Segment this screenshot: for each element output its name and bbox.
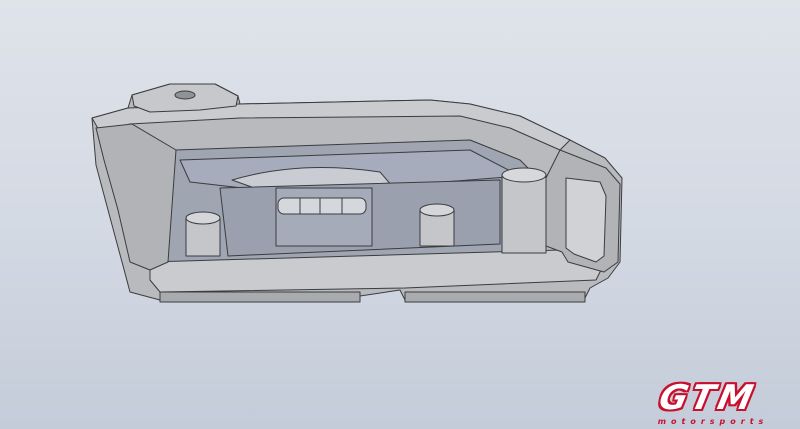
oil-pan-section-model[interactable] xyxy=(0,0,800,429)
boss-hole xyxy=(174,90,196,100)
hinge-pin xyxy=(277,197,367,215)
logo-tagline: motorsports xyxy=(657,417,769,426)
logo-brand: GTM xyxy=(655,378,761,418)
hinge-block xyxy=(275,187,373,247)
cad-viewport[interactable]: GTM motorsports xyxy=(0,0,800,429)
brand-logo: GTM motorsports xyxy=(616,378,800,429)
bottom-rail-right xyxy=(404,291,586,303)
right-wall-pocket xyxy=(565,177,607,263)
bottom-rail-left xyxy=(159,291,361,303)
right-column xyxy=(501,174,547,254)
